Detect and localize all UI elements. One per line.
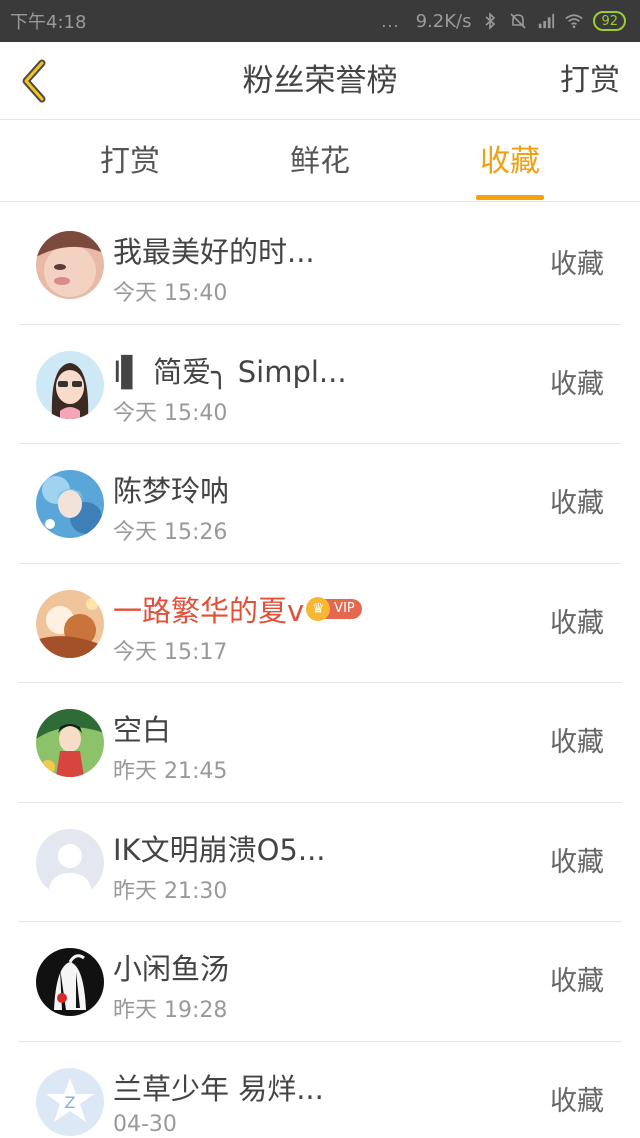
action-label: 收藏 — [550, 966, 604, 997]
timestamp: 今天 15:40 — [113, 400, 228, 426]
user-name: 一路繁华的夏v — [113, 593, 305, 628]
user-name: 陈梦玲呐 — [113, 474, 230, 508]
list-item[interactable]: 我最美好的时... 今天 15:40 收藏 — [18, 205, 622, 325]
list-item[interactable]: 一路繁华的夏v ♛ VIP 今天 15:17 收藏 — [18, 564, 622, 683]
timestamp: 今天 15:17 — [113, 639, 228, 665]
list-item[interactable]: 陈梦玲呐 今天 15:26 收藏 — [18, 444, 622, 564]
more-dots: ... — [381, 11, 400, 31]
page-title: 粉丝荣誉榜 — [242, 63, 398, 99]
back-button[interactable] — [14, 58, 54, 104]
timestamp: 昨天 21:45 — [113, 759, 228, 784]
status-time: 下午4:18 — [10, 12, 87, 33]
list-item[interactable]: 小闲鱼汤 昨天 19:28 收藏 — [18, 922, 622, 1042]
battery-indicator: 92 — [593, 11, 626, 31]
action-label: 收藏 — [550, 727, 604, 758]
user-name: I▌ 简爱╮ Simpl... — [113, 354, 347, 389]
chevron-left-icon — [22, 59, 46, 103]
list-item[interactable]: Z 兰草少年 易烊... 04-30 收藏 — [18, 1042, 622, 1138]
avatar: Z — [36, 1067, 104, 1136]
list-item[interactable]: IK文明崩溃O5... 昨天 21:30 收藏 — [18, 803, 622, 922]
user-name: 空白 — [113, 713, 172, 747]
svg-text:Z: Z — [65, 1093, 76, 1112]
status-bar: 下午4:18 ... 9.2K/s 92 — [0, 0, 640, 42]
user-name-vip: 一路繁华的夏v ♛ VIP — [113, 588, 362, 630]
action-label: 收藏 — [550, 488, 604, 519]
user-name: IK文明崩溃O5... — [113, 832, 326, 867]
tab-bar: 打赏 鲜花 收藏 — [0, 120, 640, 202]
user-name: 我最美好的时... — [113, 235, 315, 269]
avatar — [36, 350, 104, 419]
list-item[interactable]: I▌ 简爱╮ Simpl... 今天 15:40 收藏 — [18, 325, 622, 444]
bluetooth-icon — [481, 12, 499, 30]
timestamp: 04-30 — [113, 1111, 177, 1137]
user-name: 小闲鱼汤 — [113, 952, 230, 986]
wifi-icon — [565, 12, 584, 30]
action-label: 收藏 — [550, 249, 604, 280]
network-speed: 9.2K/s — [415, 10, 472, 32]
reward-button[interactable]: 打赏 — [560, 42, 620, 120]
avatar — [36, 470, 104, 538]
action-label: 收藏 — [550, 846, 604, 878]
avatar — [36, 828, 104, 897]
avatar — [36, 231, 104, 299]
tab-favorites[interactable]: 收藏 — [450, 120, 570, 202]
mute-bell-icon — [509, 12, 527, 30]
active-tab-indicator — [476, 195, 544, 200]
fans-list: 我最美好的时... 今天 15:40 收藏 I▌ 简爱╮ Simpl... 今天… — [0, 205, 640, 1138]
timestamp: 今天 15:40 — [113, 281, 228, 306]
timestamp: 昨天 21:30 — [113, 878, 228, 904]
nav-bar: 粉丝荣誉榜 打赏 — [0, 42, 640, 120]
avatar — [36, 948, 104, 1016]
vip-badge: ♛ VIP — [306, 596, 362, 621]
tab-reward[interactable]: 打赏 — [70, 120, 190, 202]
action-label: 收藏 — [550, 1085, 604, 1117]
crown-icon: ♛ — [306, 596, 331, 621]
user-name: 兰草少年 易烊... — [113, 1071, 324, 1106]
timestamp: 昨天 19:28 — [113, 998, 228, 1023]
avatar — [36, 589, 104, 658]
list-item[interactable]: 空白 昨天 21:45 收藏 — [18, 683, 622, 803]
action-label: 收藏 — [550, 368, 604, 400]
signal-icon — [537, 12, 555, 30]
tab-flowers[interactable]: 鲜花 — [260, 120, 380, 202]
avatar — [36, 709, 104, 777]
action-label: 收藏 — [550, 607, 604, 639]
timestamp: 今天 15:26 — [113, 520, 228, 545]
